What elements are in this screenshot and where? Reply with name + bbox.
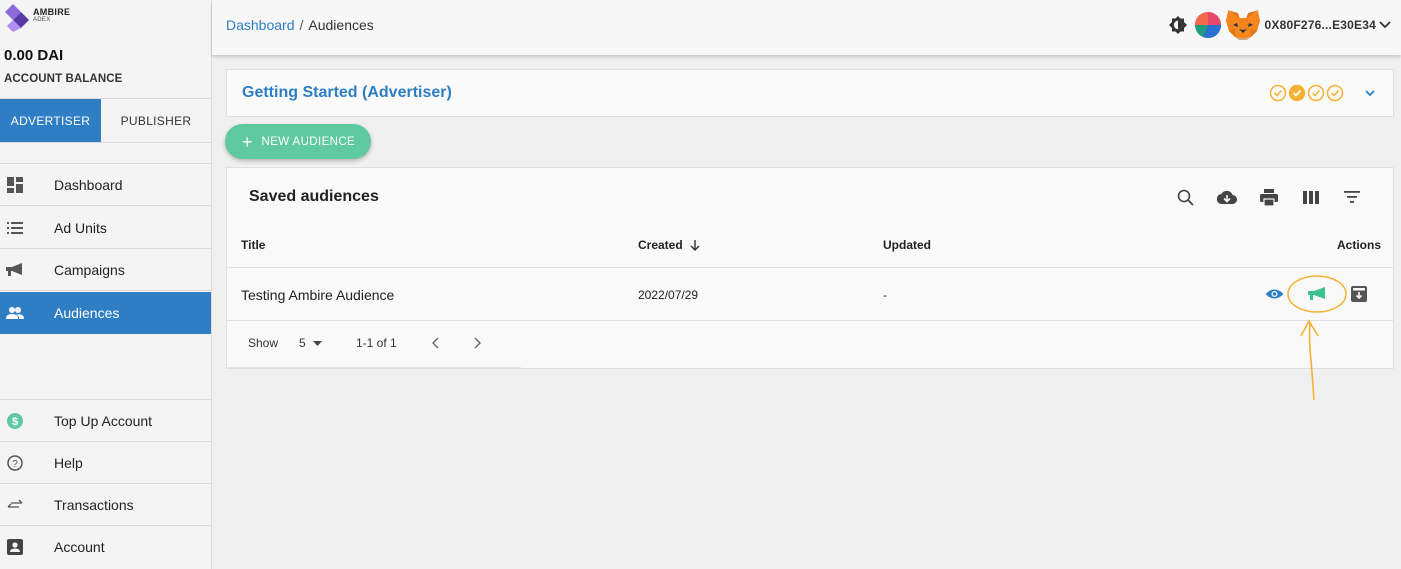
getting-started-panel[interactable]: Getting Started (Advertiser) [226, 69, 1394, 117]
next-page-icon[interactable] [470, 336, 484, 350]
sidebar-item-label: Audiences [54, 305, 120, 321]
account-balance: 0.00 DAI [4, 47, 64, 64]
account-balance-label: ACCOUNT BALANCE [4, 73, 123, 85]
sidebar-item-label: Help [54, 454, 83, 471]
step-check-filled-icon [1288, 84, 1306, 102]
wallet-address[interactable]: 0X80F276...E30E34 [1265, 18, 1376, 32]
step-check-icon [1326, 84, 1344, 102]
new-audience-label: NEW AUDIENCE [261, 135, 356, 148]
svg-text:?: ? [12, 459, 18, 470]
dashboard-icon [6, 176, 24, 194]
step-check-icon [1307, 84, 1325, 102]
breadcrumb-current: Audiences [308, 17, 374, 33]
sidebar-item-label: Transactions [54, 496, 134, 513]
sidebar-item-label: Account [54, 539, 105, 555]
getting-started-progress [1269, 84, 1345, 102]
role-tabs: ADVERTISER PUBLISHER [0, 99, 211, 142]
sidebar-item-campaigns[interactable]: Campaigns [0, 249, 211, 291]
step-check-icon [1269, 84, 1287, 102]
cloud-download-icon[interactable] [1217, 187, 1237, 207]
divider [227, 367, 521, 368]
cell-title: Testing Ambire Audience [241, 287, 395, 303]
column-header-created-label: Created [638, 238, 683, 252]
annotation-highlight-icon [1287, 275, 1347, 401]
dollar-icon: $ [6, 412, 24, 430]
sidebar-item-transactions[interactable]: Transactions [0, 484, 211, 526]
rows-per-page-select[interactable]: 5 [299, 336, 322, 350]
cell-updated: - [883, 288, 887, 302]
plus-icon: + [242, 131, 253, 152]
sidebar-item-top-up[interactable]: $ Top Up Account [0, 400, 211, 442]
swap-icon [6, 496, 24, 514]
filter-icon[interactable] [1342, 187, 1362, 207]
column-header-title[interactable]: Title [241, 238, 265, 252]
sidebar-item-help[interactable]: ? Help [0, 442, 211, 484]
table-title: Saved audiences [249, 188, 379, 205]
saved-audiences-table: Saved audiences Title Created Updated Ac… [226, 167, 1394, 369]
rows-per-page-value: 5 [299, 336, 306, 350]
tab-advertiser[interactable]: ADVERTISER [0, 99, 101, 142]
campaign-icon [6, 261, 24, 279]
search-icon[interactable] [1175, 187, 1195, 207]
sidebar-item-label: Top Up Account [54, 412, 153, 429]
ambire-logo-icon [5, 4, 29, 32]
svg-text:$: $ [12, 416, 18, 428]
columns-icon[interactable] [1301, 187, 1321, 207]
column-header-created[interactable]: Created [638, 238, 700, 252]
divider [0, 142, 211, 143]
logo: AMBIRE ADEX [4, 3, 70, 33]
sidebar-item-label: Campaigns [54, 261, 125, 278]
sidebar-item-label: Dashboard [54, 176, 123, 193]
pagination-range: 1-1 of 1 [356, 336, 397, 350]
brand-name: AMBIRE [33, 7, 71, 17]
pagination-show-label: Show [248, 336, 279, 350]
sidebar: AMBIRE ADEX 0.00 DAI ACCOUNT BALANCE ADV… [0, 0, 212, 569]
breadcrumb-dashboard-link[interactable]: Dashboard [226, 17, 295, 33]
expand-chevron-icon[interactable] [1363, 86, 1377, 100]
previous-page-icon[interactable] [429, 336, 443, 350]
list-icon [6, 219, 24, 237]
getting-started-title: Getting Started (Advertiser) [242, 84, 452, 101]
sidebar-item-account[interactable]: Account [0, 526, 211, 568]
new-audience-button[interactable]: + NEW AUDIENCE [225, 124, 371, 159]
sidebar-item-label: Ad Units [54, 219, 107, 236]
theme-toggle-icon[interactable] [1167, 14, 1189, 36]
help-icon: ? [6, 454, 24, 472]
top-bar: Dashboard / Audiences 0X80F276...E30E34 [212, 0, 1401, 55]
metamask-fox-icon [1225, 9, 1261, 41]
brand-sub: ADEX [33, 17, 51, 23]
sidebar-item-audiences[interactable]: Audiences [0, 292, 211, 334]
column-header-updated[interactable]: Updated [883, 238, 931, 252]
divider [227, 267, 1393, 268]
cell-created: 2022/07/29 [638, 288, 699, 302]
print-icon[interactable] [1259, 187, 1279, 207]
dropdown-arrow-icon [312, 340, 322, 346]
top-right-controls: 0X80F276...E30E34 [1167, 8, 1391, 42]
tab-publisher[interactable]: PUBLISHER [101, 99, 211, 142]
identicon-avatar[interactable] [1194, 12, 1221, 38]
divider [227, 320, 1393, 321]
people-icon [6, 304, 24, 322]
chevron-down-icon[interactable] [1379, 21, 1391, 29]
sidebar-item-ad-units[interactable]: Ad Units [0, 207, 211, 249]
column-header-actions: Actions [1337, 238, 1382, 252]
breadcrumb-separator: / [299, 17, 304, 33]
account-icon [6, 538, 24, 556]
sidebar-item-dashboard[interactable]: Dashboard [0, 164, 211, 206]
breadcrumb: Dashboard / Audiences [226, 17, 374, 33]
sort-down-arrow-icon [690, 239, 700, 251]
